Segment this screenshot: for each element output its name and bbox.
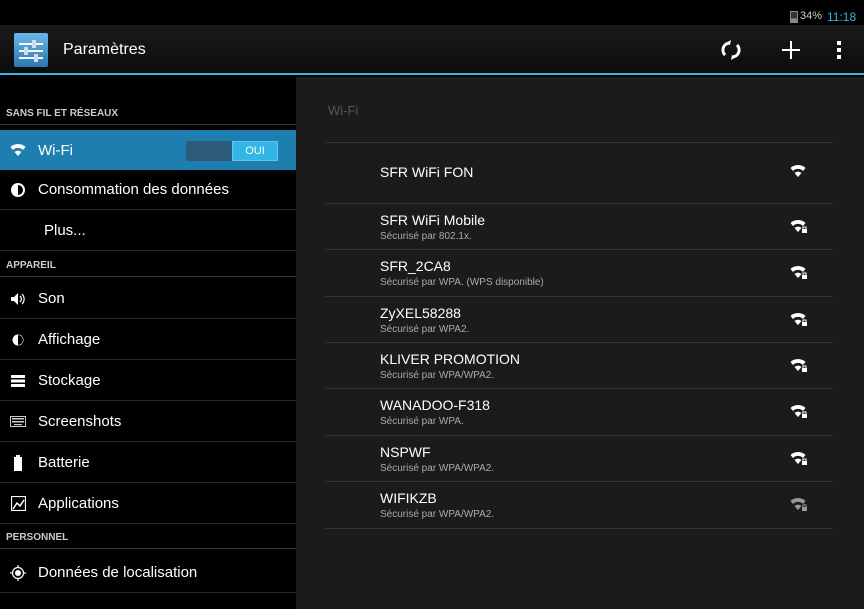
wifi-icon — [8, 143, 28, 157]
wifi-secured-icon — [790, 405, 807, 418]
page-title: Paramètres — [63, 41, 146, 58]
sidebar-item-label: Batterie — [38, 454, 90, 471]
sidebar-item-label: Son — [38, 290, 65, 307]
network-name: ZyXEL58288 — [380, 305, 461, 321]
battery-percentage: 34% — [800, 10, 823, 22]
action-bar: Paramètres — [0, 25, 864, 75]
overflow-menu-icon — [837, 41, 841, 59]
network-name: WANADOO-F318 — [380, 397, 490, 413]
sidebar-item-wifi[interactable]: Wi-Fi OUI — [0, 130, 296, 170]
wifi-secured-icon — [790, 313, 807, 326]
wifi-network-row[interactable]: KLIVER PROMOTION Sécurisé par WPA/WPA2. — [325, 343, 833, 389]
network-name: SFR WiFi Mobile — [380, 212, 486, 228]
wifi-panel: Wi-Fi SFR WiFi FON SFR WiFi Mobile Sécuris… — [296, 77, 864, 609]
network-name: KLIVER PROMOTION — [380, 351, 521, 367]
battery-icon — [8, 454, 28, 471]
wifi-network-row[interactable]: NSPWF Sécurisé par WPA/WPA2. — [325, 436, 833, 482]
sidebar-item-label: Plus... — [44, 222, 86, 239]
overflow-menu-button[interactable] — [824, 35, 854, 65]
brightness-icon — [8, 333, 28, 347]
network-name: NSPWF — [380, 444, 431, 460]
panel-title: Wi-Fi — [328, 103, 359, 118]
network-security: Sécurisé par WPA/WPA2. — [380, 463, 495, 474]
location-icon — [8, 564, 28, 581]
section-header-wireless: SANS FIL ET RÉSEAUX — [0, 103, 296, 125]
network-security: Sécurisé par WPA/WPA2. — [380, 370, 495, 381]
wifi-secured-icon — [790, 359, 807, 372]
sidebar-item-location[interactable]: Données de localisation — [0, 553, 296, 593]
section-header-device: APPAREIL — [0, 255, 296, 277]
network-name: SFR_2CA8 — [380, 258, 451, 274]
speaker-icon — [8, 292, 28, 306]
network-security: Sécurisé par 802.1x. — [380, 231, 472, 242]
wifi-secured-icon — [790, 266, 807, 279]
data-usage-icon — [8, 182, 28, 197]
network-name: WIFIKZB — [380, 490, 437, 506]
sidebar-item-label: Screenshots — [38, 413, 122, 430]
network-security: Sécurisé par WPA. (WPS disponible) — [380, 277, 544, 288]
section-header-personal: PERSONNEL — [0, 527, 296, 549]
sidebar-item-storage[interactable]: Stockage — [0, 361, 296, 401]
add-network-button[interactable] — [776, 35, 806, 65]
sidebar-item-more[interactable]: Plus... — [0, 211, 296, 251]
sidebar-item-label: Consommation des données — [38, 181, 229, 198]
wifi-network-row[interactable]: WANADOO-F318 Sécurisé par WPA. — [325, 389, 833, 436]
sidebar-item-label: Données de localisation — [38, 564, 198, 581]
wps-icon — [721, 40, 741, 60]
settings-sidebar: SANS FIL ET RÉSEAUX Wi-Fi OUI Consommati… — [0, 77, 296, 609]
wifi-toggle[interactable]: OUI — [186, 141, 278, 161]
wifi-network-row[interactable]: SFR WiFi Mobile Sécurisé par 802.1x. — [325, 204, 833, 250]
sidebar-item-data-usage[interactable]: Consommation des données — [0, 170, 296, 210]
sidebar-item-label: Affichage — [38, 331, 101, 348]
plus-icon — [782, 41, 800, 59]
status-bar: 34% 11:18 — [0, 0, 864, 25]
wifi-signal-icon — [790, 165, 806, 177]
sidebar-item-battery[interactable]: Batterie — [0, 443, 296, 483]
wifi-secured-icon — [790, 498, 807, 511]
battery-icon — [790, 11, 798, 23]
settings-sliders-icon[interactable] — [14, 33, 48, 67]
toggle-on-label: OUI — [232, 141, 278, 161]
storage-icon — [8, 374, 28, 387]
sidebar-item-label: Applications — [38, 495, 119, 512]
sidebar-item-sound[interactable]: Son — [0, 279, 296, 319]
keyboard-icon — [8, 416, 28, 427]
applications-icon — [8, 496, 28, 511]
network-security: Sécurisé par WPA. — [380, 416, 464, 427]
sidebar-item-screenshots[interactable]: Screenshots — [0, 402, 296, 442]
sidebar-item-applications[interactable]: Applications — [0, 484, 296, 524]
network-security: Sécurisé par WPA/WPA2. — [380, 509, 495, 520]
sidebar-item-display[interactable]: Affichage — [0, 320, 296, 360]
wifi-network-row[interactable]: SFR WiFi FON — [325, 143, 833, 204]
wps-button[interactable] — [716, 35, 746, 65]
wifi-network-row[interactable]: SFR_2CA8 Sécurisé par WPA. (WPS disponibl… — [325, 250, 833, 297]
wifi-network-row[interactable]: ZyXEL58288 Sécurisé par WPA2. — [325, 297, 833, 343]
network-security: Sécurisé par WPA2. — [380, 324, 470, 335]
wifi-secured-icon — [790, 220, 807, 233]
wifi-network-row[interactable]: WIFIKZB Sécurisé par WPA/WPA2. — [325, 482, 833, 529]
sidebar-item-label: Stockage — [38, 372, 101, 389]
clock: 11:18 — [827, 10, 857, 24]
network-name: SFR WiFi FON — [380, 164, 474, 180]
toggle-off-area — [186, 141, 232, 161]
wifi-secured-icon — [790, 452, 807, 465]
